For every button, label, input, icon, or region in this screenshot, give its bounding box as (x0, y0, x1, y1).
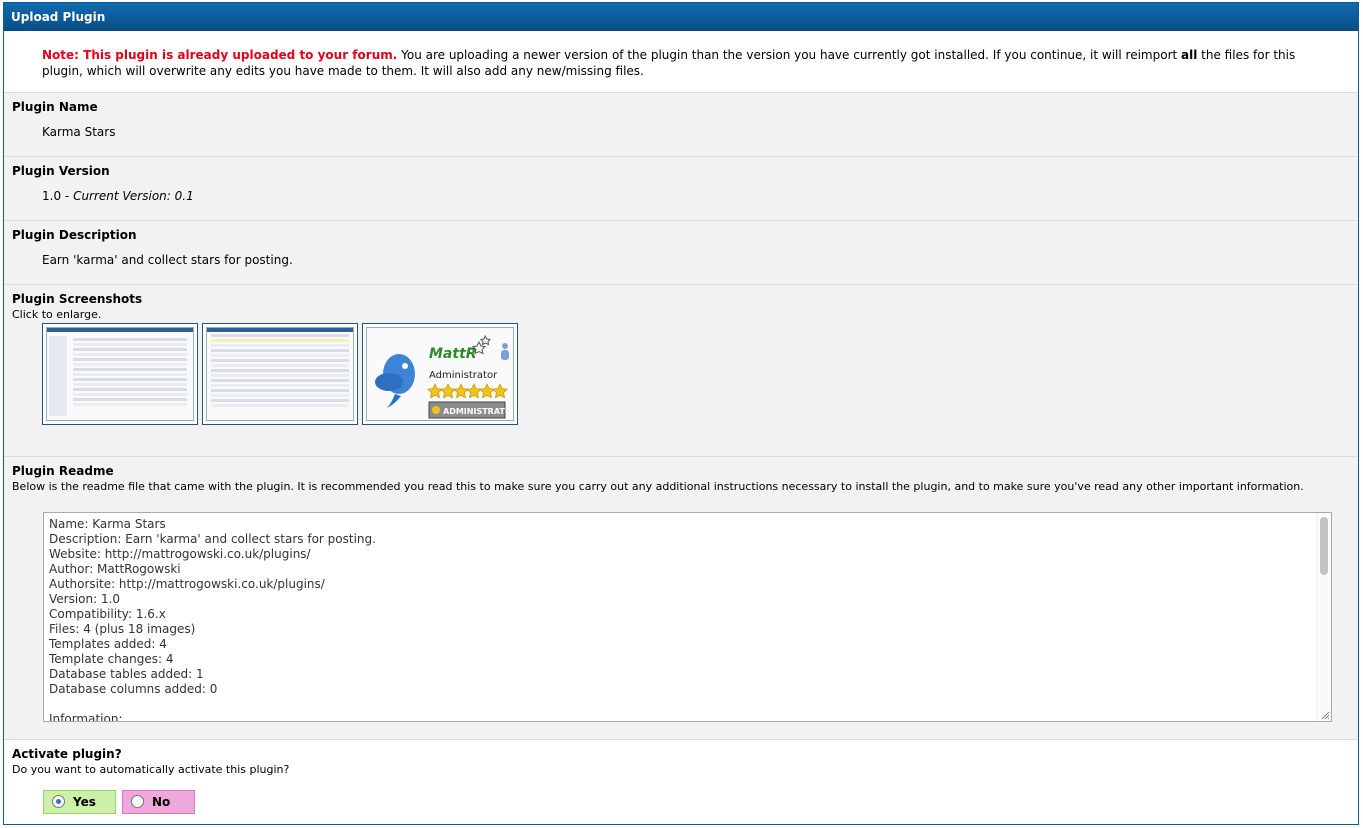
activate-no-option[interactable]: No (122, 790, 195, 814)
readme-scroll-thumb[interactable] (1320, 517, 1328, 575)
screenshot-thumbnail-1[interactable] (42, 323, 198, 425)
no-label: No (152, 795, 171, 809)
plugin-version-value: 1.0 - Current Version: 0.1 (4, 179, 1358, 203)
screenshot-thumbnails: MattR Administrator ADMINISTRATOR (4, 321, 1358, 425)
yes-radio[interactable] (52, 795, 65, 808)
readme-scrollbar[interactable] (1316, 513, 1331, 721)
plugin-name-section: Plugin Name Karma Stars (4, 93, 1358, 157)
plugin-version-label: Plugin Version (12, 164, 110, 178)
yes-label: Yes (73, 795, 96, 809)
resize-grip-icon[interactable] (1320, 710, 1330, 720)
avatar-bird-icon (375, 354, 415, 408)
readme-line: Website: http://mattrogowski.co.uk/plugi… (49, 547, 311, 561)
readme-line: Information: (49, 712, 123, 722)
thumbnail-3-image: MattR Administrator ADMINISTRATOR (366, 327, 514, 421)
activate-plugin-description: Do you want to automatically activate th… (12, 763, 290, 776)
card-role: Administrator (429, 370, 498, 381)
thumbnail-2-image (206, 327, 354, 421)
readme-line: Template changes: 4 (49, 652, 174, 666)
readme-line: Database columns added: 0 (49, 682, 218, 696)
activate-options: Yes No (4, 790, 304, 816)
panel-title: Upload Plugin (4, 3, 1358, 31)
decor-stars-icon (471, 334, 492, 355)
activate-yes-option[interactable]: Yes (43, 790, 116, 814)
plugin-description-value: Earn 'karma' and collect stars for posti… (42, 253, 293, 267)
activate-plugin-section: Activate plugin? Do you want to automati… (4, 740, 1358, 824)
plugin-screenshots-label: Plugin Screenshots (12, 292, 143, 306)
plugin-description-section: Plugin Description Earn 'karma' and coll… (4, 221, 1358, 285)
already-uploaded-note: Note: This plugin is already uploaded to… (4, 31, 1358, 93)
version-separator: - (61, 189, 74, 203)
readme-line: Name: Karma Stars (49, 517, 166, 531)
plugin-description-label: Plugin Description (12, 228, 137, 242)
readme-textarea[interactable]: Name: Karma Stars Description: Earn 'kar… (43, 512, 1332, 722)
activate-plugin-label: Activate plugin? (12, 747, 122, 761)
note-warning: Note: This plugin is already uploaded to… (42, 48, 398, 62)
screenshot-thumbnail-3[interactable]: MattR Administrator ADMINISTRATOR (362, 323, 518, 425)
note-text-bold: all (1181, 48, 1198, 62)
readme-line: Version: 1.0 (49, 592, 121, 606)
readme-lines: Name: Karma Stars Description: Earn 'kar… (49, 517, 1331, 722)
current-version: Current Version: 0.1 (73, 189, 194, 203)
plugin-readme-label: Plugin Readme (12, 464, 114, 478)
readme-line: Compatibility: 1.6.x (49, 607, 166, 621)
no-radio[interactable] (131, 795, 144, 808)
readme-line: Authorsite: http://mattrogowski.co.uk/pl… (49, 577, 325, 591)
plugin-screenshots-section: Plugin Screenshots Click to enlarge. Mat… (4, 285, 1358, 457)
readme-line: Author: MattRogowski (49, 562, 181, 576)
readme-description: Below is the readme file that came with … (12, 480, 1304, 493)
screenshots-hint: Click to enlarge. (12, 308, 102, 321)
readme-line: Files: 4 (plus 18 images) (49, 622, 196, 636)
admin-profile-preview: MattR Administrator ADMINISTRATOR (375, 334, 514, 419)
readme-line: Description: Earn 'karma' and collect st… (49, 532, 376, 546)
readme-line: Database tables added: 1 (49, 667, 204, 681)
upload-plugin-panel: Upload Plugin Note: This plugin is alrea… (3, 2, 1359, 825)
plugin-name-label: Plugin Name (12, 100, 98, 114)
user-figure-icon (501, 343, 509, 360)
badge-text: ADMINISTRATOR (443, 407, 514, 416)
readme-line: Templates added: 4 (49, 637, 167, 651)
plugin-readme-section: Plugin Readme Below is the readme file t… (4, 457, 1358, 740)
plugin-version-section: Plugin Version 1.0 - Current Version: 0.… (4, 157, 1358, 221)
screenshot-thumbnail-2[interactable] (202, 323, 358, 425)
rating-stars-icon (427, 383, 508, 399)
plugin-name-value: Karma Stars (42, 125, 116, 139)
note-text-a: You are uploading a newer version of the… (397, 48, 1182, 62)
readme-line (49, 697, 1331, 712)
thumbnail-1-image (46, 327, 194, 421)
card-username: MattR (429, 346, 477, 362)
badge-medal-icon (432, 406, 440, 414)
version-number: 1.0 (42, 189, 62, 203)
